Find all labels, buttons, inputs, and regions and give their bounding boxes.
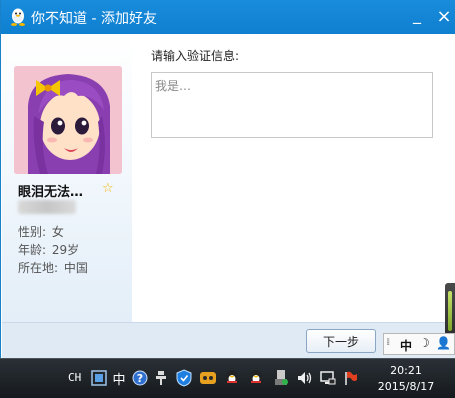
ime-chinese-indicator[interactable]: 中 <box>110 369 128 388</box>
network-icon[interactable] <box>319 369 337 387</box>
clock-date: 2015/8/17 <box>377 380 435 393</box>
pin-icon[interactable] <box>152 369 170 387</box>
language-indicator[interactable]: CH <box>68 371 81 384</box>
gender-value: 女 <box>51 225 64 239</box>
user-icon[interactable]: 👤 <box>436 336 451 350</box>
nickname: 眼泪无法… <box>18 185 84 200</box>
app-tray-icon[interactable] <box>199 369 217 387</box>
close-button[interactable]: × <box>433 6 455 28</box>
gender-row: 性别: 女 <box>18 223 64 240</box>
age-row: 年龄: 29岁 <box>18 241 79 258</box>
grip-icon[interactable]: ⁞⁞ <box>386 337 391 348</box>
verification-message-input[interactable] <box>151 72 433 138</box>
profile-panel: 眼泪无法… ☆ 性别: 女 年龄: 29岁 所在地: 中国 <box>2 34 132 322</box>
ime-mode-toggle[interactable]: 中 <box>400 337 412 354</box>
security-tray-icon[interactable] <box>272 369 290 387</box>
help-icon[interactable]: ? <box>131 369 149 387</box>
location-label: 所在地: <box>18 261 59 275</box>
help-label: ? <box>136 371 144 385</box>
title-bar[interactable]: 你不知道 - 添加好友 _ × <box>1 0 455 34</box>
system-clock[interactable]: 20:21 2015/8/17 <box>374 363 438 395</box>
shield-icon[interactable] <box>175 369 193 387</box>
add-friend-dialog: 你不知道 - 添加好友 _ × 眼泪无法… ☆ 性别: 女 年龄: 29岁 所在… <box>0 0 455 358</box>
half-width-moon-icon[interactable]: ☽ <box>419 336 430 350</box>
age-label: 年龄: <box>18 243 47 257</box>
qq-tray-icon-1[interactable] <box>223 369 241 387</box>
window-title: 你不知道 - 添加好友 <box>31 11 157 27</box>
blurred-qq-number <box>18 200 76 214</box>
star-icon: ☆ <box>102 181 114 196</box>
qq-tray-icon-2[interactable] <box>247 369 265 387</box>
ime-menu-icon[interactable] <box>90 369 108 387</box>
close-icon: × <box>436 6 452 27</box>
clock-time: 20:21 <box>390 364 422 377</box>
location-row: 所在地: 中国 <box>18 259 88 276</box>
avatar-illustration <box>14 66 122 174</box>
volume-icon[interactable] <box>296 369 314 387</box>
minimize-icon: _ <box>413 5 421 24</box>
minimize-button[interactable]: _ <box>406 6 428 28</box>
gender-label: 性别: <box>18 225 47 239</box>
verification-prompt: 请输入验证信息: <box>151 49 240 63</box>
taskbar: CH 中 ? 20:21 2015/8/17 <box>0 358 455 398</box>
location-value: 中国 <box>63 261 88 275</box>
flag-icon[interactable] <box>342 369 360 387</box>
avatar[interactable] <box>14 66 122 174</box>
qq-penguin-icon <box>11 8 25 26</box>
next-step-button[interactable]: 下一步 <box>306 329 376 353</box>
ime-toolbar[interactable]: ⁞⁞ 中 ☽ 👤 <box>383 333 455 355</box>
age-value: 29岁 <box>51 243 80 257</box>
